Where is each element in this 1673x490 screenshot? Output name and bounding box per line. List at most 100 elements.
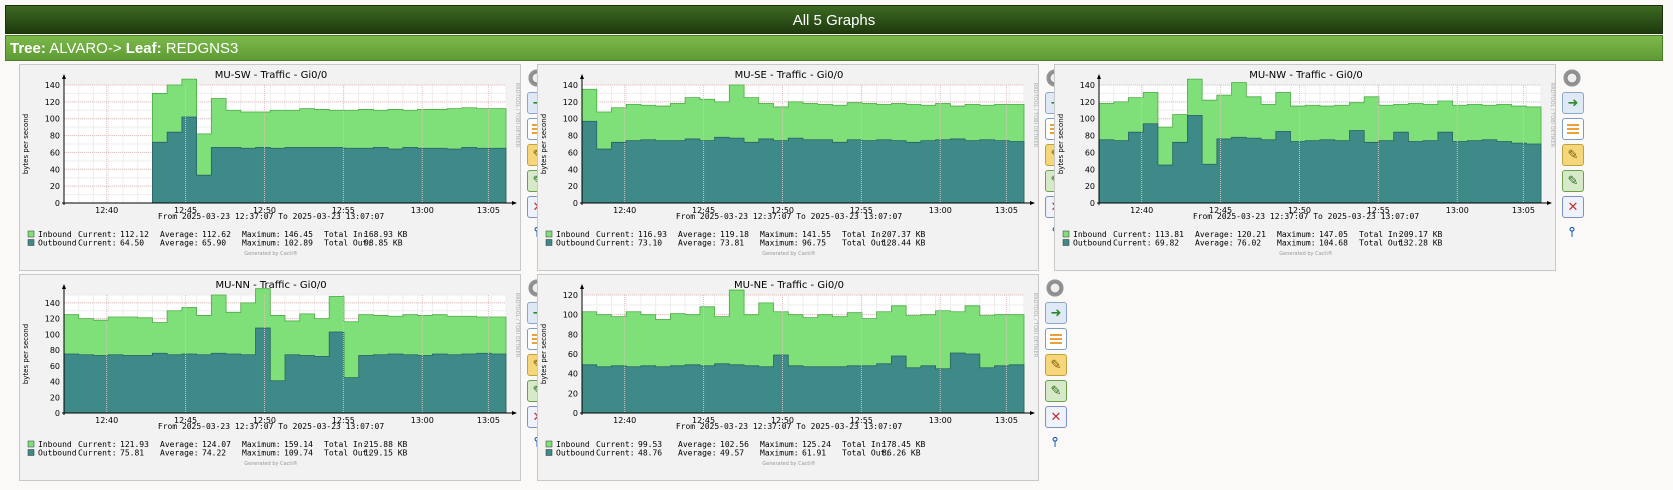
graph-title: MU-SW - Traffic - Gi0/0 [215, 70, 327, 81]
y-tick-label: 120 [45, 98, 60, 107]
edit-graph-icon[interactable]: ✎ [1562, 170, 1584, 192]
rrdtool-watermark: RRDTOOL / TOBI OETIKER [514, 83, 520, 148]
legend-text: 86.26 KB [882, 449, 921, 458]
y-tick-label: 80 [568, 330, 578, 339]
y-tick-label: 120 [563, 98, 578, 107]
legend-text: 73.81 [720, 239, 744, 248]
legend-text: 104.68 [1319, 239, 1348, 248]
y-tick-label: 80 [50, 132, 60, 141]
legend-text: 109.74 [284, 449, 313, 458]
graph-footer: Generated by Cacti® [244, 460, 298, 467]
y-tick-label: 100 [1080, 115, 1095, 124]
legend-text: Average: [160, 449, 199, 458]
legend-text: 64.50 [120, 239, 144, 248]
traffic-graph[interactable]: 0 20 40 60 80 100 120 140 12:40 12:45 12:50 12:55 13… [1054, 64, 1556, 271]
legend-text: 75.81 [120, 449, 144, 458]
y-axis-label: bytes per second [22, 114, 30, 174]
legend-text: Average: [678, 239, 717, 248]
y-tick-label: 100 [563, 311, 578, 320]
y-tick-label: 0 [55, 409, 60, 418]
y-tick-label: 140 [45, 299, 60, 308]
gear-icon[interactable] [1045, 278, 1065, 298]
y-tick-label: 60 [568, 350, 578, 359]
traffic-graph[interactable]: 0 20 40 60 80 100 120 140 12:40 12:45 12:50 12:55 13… [19, 64, 521, 271]
rrdtool-watermark: RRDTOOL / TOBI OETIKER [1549, 83, 1555, 148]
y-tick-label: 0 [573, 409, 578, 418]
y-tick-label: 120 [1080, 98, 1095, 107]
legend-text: Outbound [38, 449, 77, 458]
realtime-icon[interactable]: ⫯ [1562, 222, 1582, 242]
legend-text: 74.22 [202, 449, 226, 458]
y-tick-label: 0 [573, 199, 578, 208]
y-tick-label: 140 [563, 81, 578, 90]
legend-text: Maximum: [1277, 239, 1316, 248]
y-tick-label: 100 [45, 330, 60, 339]
legend-text: Current: [1113, 239, 1152, 248]
graph-footer: Generated by Cacti® [762, 460, 816, 467]
y-tick-label: 40 [568, 165, 578, 174]
page-title-bar: All 5 Graphs [5, 5, 1663, 34]
graph-footer: Generated by Cacti® [762, 250, 816, 257]
edit-graph-icon[interactable]: ✎ [1045, 380, 1067, 402]
x-tick-label: 13:00 [1446, 206, 1469, 215]
legend-text: Outbound [1073, 239, 1112, 248]
edit-icon[interactable]: ✎ [1045, 354, 1067, 376]
graph-actions: ➜ ✎ ✎ ✕ ⫯ [1562, 68, 1584, 246]
legend-text: Maximum: [760, 239, 799, 248]
legend-text: Outbound [38, 239, 77, 248]
graph-title: MU-SE - Traffic - Gi0/0 [735, 70, 844, 81]
csv-export-icon[interactable] [1562, 118, 1584, 140]
y-tick-label: 140 [1080, 81, 1095, 90]
x-tick-label: 13:00 [929, 416, 952, 425]
legend-text: 69.82 [1155, 239, 1179, 248]
legend-text: 73.10 [638, 239, 662, 248]
y-axis-label: bytes per second [22, 324, 30, 384]
y-tick-label: 80 [50, 346, 60, 355]
date-range: From 2025-03-23 12:37:07 To 2025-03-23 1… [158, 422, 385, 431]
breadcrumb: Tree: ALVARO-> Leaf: REDGNS3 [5, 35, 1663, 61]
y-tick-label: 60 [50, 148, 60, 157]
zoom-icon[interactable]: ➜ [1045, 302, 1067, 324]
traffic-graph[interactable]: 0 20 40 60 80 100 120 140 12:40 12:45 12:50 12:55 13… [19, 274, 521, 481]
leaf-value[interactable]: REDGNS3 [166, 40, 239, 57]
y-tick-label: 40 [1085, 165, 1095, 174]
legend-text: 129.15 KB [364, 449, 408, 458]
traffic-graph[interactable]: 0 20 40 60 80 100 120 140 12:40 12:45 12:50 12:55 13… [537, 64, 1039, 271]
zoom-icon[interactable]: ➜ [1562, 92, 1584, 114]
edit-icon[interactable]: ✎ [1562, 144, 1584, 166]
x-tick-label: 12:40 [1130, 206, 1153, 215]
legend-text: Average: [1195, 239, 1234, 248]
graph-title: MU-NW - Traffic - Gi0/0 [1249, 70, 1363, 81]
date-range: From 2025-03-23 12:37:07 To 2025-03-23 1… [158, 212, 385, 221]
legend-text: 132.28 KB [1399, 239, 1443, 248]
y-tick-label: 80 [1085, 132, 1095, 141]
y-tick-label: 20 [50, 182, 60, 191]
legend-text: Current: [78, 449, 117, 458]
x-tick-label: 12:40 [613, 206, 636, 215]
graph-actions: ➜ ✎ ✎ ✕ ⫯ [1045, 278, 1067, 456]
x-tick-label: 12:40 [95, 416, 118, 425]
y-tick-label: 20 [50, 393, 60, 402]
csv-export-icon[interactable] [1045, 328, 1067, 350]
graph-template-icon[interactable]: ✕ [1045, 406, 1067, 428]
x-tick-label: 13:05 [995, 416, 1018, 425]
realtime-icon[interactable]: ⫯ [1045, 432, 1065, 452]
x-tick-label: 13:00 [411, 416, 434, 425]
y-tick-label: 40 [50, 165, 60, 174]
y-tick-label: 20 [1085, 182, 1095, 191]
y-axis-label: bytes per second [540, 114, 548, 174]
page-title: All 5 Graphs [792, 12, 876, 29]
legend-text: Current: [596, 449, 635, 458]
graph-template-icon[interactable]: ✕ [1562, 196, 1584, 218]
traffic-graph[interactable]: 0 20 40 60 80 100 120 12:40 12:45 12:50 12:55 13:00… [537, 274, 1039, 481]
x-tick-label: 13:05 [477, 416, 500, 425]
legend-text: 98.85 KB [364, 239, 403, 248]
gear-icon[interactable] [1562, 68, 1582, 88]
y-tick-label: 60 [50, 362, 60, 371]
x-tick-label: 13:05 [1512, 206, 1535, 215]
y-tick-label: 60 [1085, 148, 1095, 157]
legend-text: Average: [678, 449, 717, 458]
rrdtool-watermark: RRDTOOL / TOBI OETIKER [514, 293, 520, 358]
graph-footer: Generated by Cacti® [1279, 250, 1333, 257]
tree-value[interactable]: ALVARO-> [49, 40, 121, 57]
